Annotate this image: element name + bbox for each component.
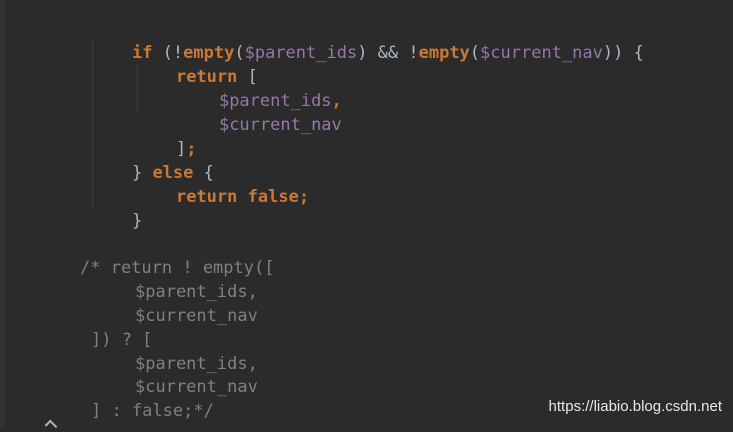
variable-current-nav: $current_nav xyxy=(480,43,603,63)
comment-line: $current_nav xyxy=(135,306,258,326)
code-line-else: } else { xyxy=(91,137,214,183)
variable-current-nav: $current_nav xyxy=(218,115,342,135)
keyword-return: return xyxy=(175,187,238,207)
comment-line: ] : false;*/ xyxy=(91,401,214,421)
comment-line: $current_nav xyxy=(135,377,258,397)
code-semicolon: ; xyxy=(298,187,310,207)
code-punctuation: )) { xyxy=(602,43,644,63)
code-punctuation: ( xyxy=(469,43,481,63)
comment-line: $parent_ids, xyxy=(135,354,258,374)
code-line-array-item: $parent_ids, xyxy=(178,65,342,111)
code-line-array-item: $current_nav xyxy=(178,89,342,135)
code-line-return-false: return false; xyxy=(135,161,309,207)
comment-line: $parent_ids, xyxy=(135,282,258,302)
code-line-close-brace: } xyxy=(91,185,142,231)
comment-line: ]) ? [ xyxy=(91,330,153,350)
code-punctuation: ) && ! xyxy=(357,43,419,63)
code-brace: } xyxy=(131,211,143,231)
editor-gutter xyxy=(0,0,5,428)
fold-caret-icon[interactable] xyxy=(44,419,58,432)
code-editor[interactable]: if (!empty($parent_ids) && !empty($curre… xyxy=(0,0,733,432)
function-empty: empty xyxy=(418,43,470,63)
comment-line: /* return ! empty([ xyxy=(80,258,275,278)
variable-parent-ids: $parent_ids xyxy=(244,43,358,63)
keyword-false: false xyxy=(247,187,299,207)
watermark-text: https://liabio.blog.csdn.net xyxy=(548,398,722,415)
code-line-if: if (!empty($parent_ids) && !empty($curre… xyxy=(91,17,644,63)
code-line-return-array: return [ xyxy=(135,41,258,87)
code-line-close-array: ]; xyxy=(135,113,197,159)
